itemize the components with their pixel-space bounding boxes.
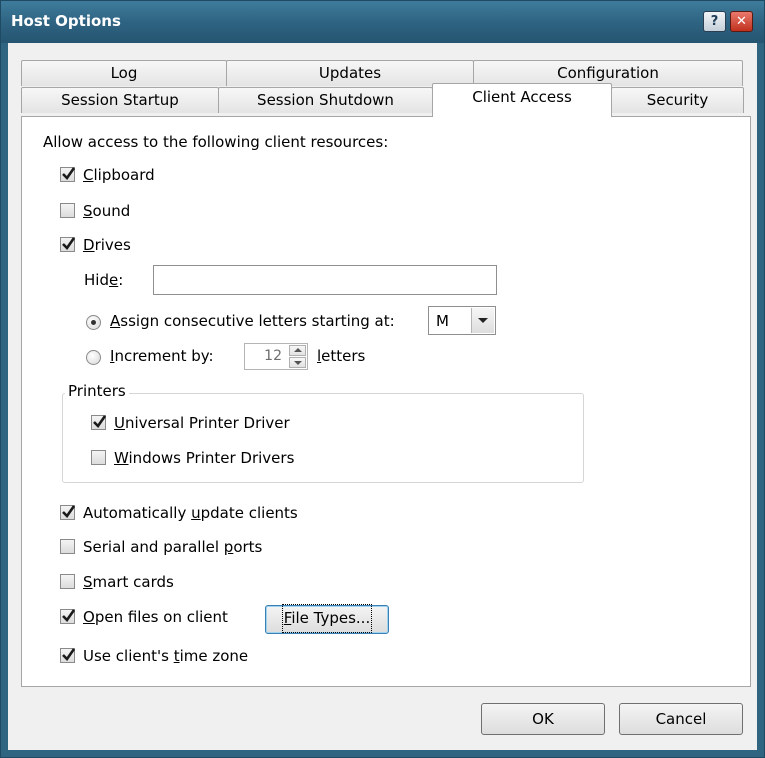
checkmark-icon: [62, 609, 76, 623]
tab-client-access[interactable]: Client Access: [432, 83, 612, 117]
letters-label: letters: [317, 347, 366, 365]
auto-update-checkbox[interactable]: [60, 505, 76, 520]
client-access-panel: Allow access to the following client res…: [21, 116, 751, 687]
help-button[interactable]: ?: [703, 11, 726, 32]
increment-stepper[interactable]: 12: [244, 343, 308, 370]
windows-printers-checkbox[interactable]: [91, 450, 106, 465]
printers-group: [62, 393, 584, 483]
chevron-down-icon[interactable]: [471, 308, 494, 333]
file-types-button[interactable]: File Types...: [265, 604, 389, 634]
assign-letters-radio[interactable]: [86, 315, 101, 330]
serial-ports-label[interactable]: Serial and parallel ports: [83, 538, 262, 556]
tab-security[interactable]: Security: [611, 87, 744, 113]
increment-label[interactable]: Increment by:: [110, 347, 214, 365]
dialog-body: Log Updates Configuration Session Startu…: [8, 43, 757, 750]
checkmark-icon: [62, 505, 76, 519]
title-bar[interactable]: Host Options ? ✕: [1, 1, 764, 43]
increment-radio[interactable]: [86, 350, 101, 365]
serial-ports-checkbox[interactable]: [60, 539, 75, 554]
intro-label: Allow access to the following client res…: [43, 133, 389, 151]
open-files-checkbox[interactable]: [60, 609, 76, 624]
tab-session-startup[interactable]: Session Startup: [21, 87, 219, 113]
assign-letters-label[interactable]: Assign consecutive letters starting at:: [110, 312, 395, 330]
drives-label[interactable]: Drives: [83, 236, 131, 254]
universal-printer-label[interactable]: Universal Printer Driver: [114, 414, 290, 432]
checkmark-icon: [93, 415, 107, 429]
auto-update-label[interactable]: Automatically update clients: [83, 504, 298, 522]
time-zone-checkbox[interactable]: [60, 648, 76, 663]
ok-button[interactable]: OK: [481, 703, 605, 735]
tab-session-shutdown[interactable]: Session Shutdown: [218, 87, 433, 113]
radio-dot: [91, 320, 96, 325]
sound-label[interactable]: Sound: [83, 202, 130, 220]
printers-group-title: Printers: [65, 382, 129, 400]
sound-checkbox[interactable]: [60, 203, 75, 218]
smart-cards-checkbox[interactable]: [60, 574, 75, 589]
drive-letter-value: M: [436, 312, 449, 330]
dialog-title: Host Options: [11, 12, 121, 30]
smart-cards-label[interactable]: Smart cards: [83, 573, 174, 591]
stepper-buttons: [289, 345, 306, 368]
hide-label: Hide:: [84, 271, 124, 289]
close-button[interactable]: ✕: [730, 11, 753, 32]
drives-checkbox[interactable]: [60, 237, 76, 252]
drive-letter-select[interactable]: M: [428, 306, 496, 335]
tab-log[interactable]: Log: [21, 60, 227, 86]
universal-printer-checkbox[interactable]: [91, 415, 107, 430]
checkmark-icon: [62, 237, 76, 251]
hide-input[interactable]: [153, 265, 497, 295]
clipboard-checkbox[interactable]: [60, 167, 76, 182]
host-options-dialog: Host Options ? ✕ Log Updates Configurati…: [0, 0, 765, 758]
cancel-button[interactable]: Cancel: [619, 703, 743, 735]
checkmark-icon: [62, 167, 76, 181]
open-files-label[interactable]: Open files on client: [83, 608, 228, 626]
time-zone-label[interactable]: Use client's time zone: [83, 647, 248, 665]
increment-value: 12: [264, 348, 282, 364]
chevron-up-icon[interactable]: [289, 345, 306, 356]
checkmark-icon: [62, 648, 76, 662]
windows-printers-label[interactable]: Windows Printer Drivers: [114, 449, 294, 467]
clipboard-label[interactable]: Clipboard: [83, 166, 155, 184]
chevron-down-icon[interactable]: [289, 357, 306, 368]
